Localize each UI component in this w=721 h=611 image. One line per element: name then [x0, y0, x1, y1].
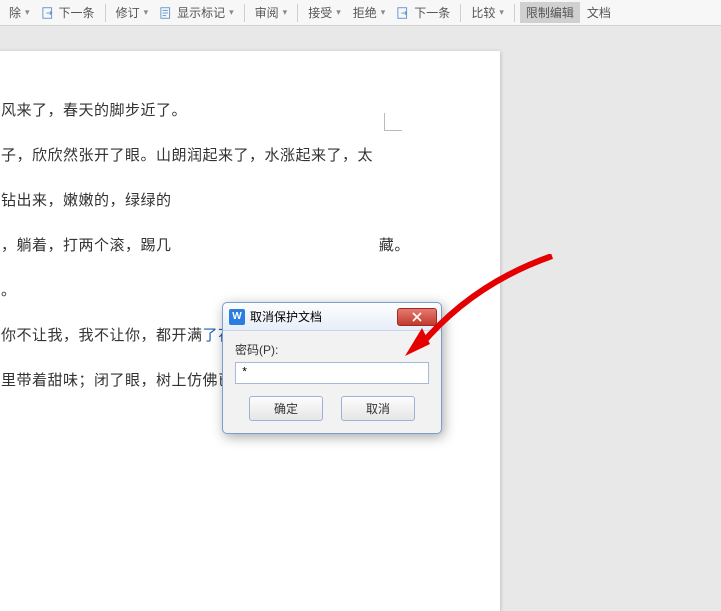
restrict-label: 限制编辑 — [526, 4, 574, 21]
next1-label: 下一条 — [59, 4, 95, 21]
ok-button[interactable]: 确定 — [249, 396, 323, 421]
show-markup-button[interactable]: 显示标记▾ — [155, 3, 239, 22]
doc-paragraph: 坐着，躺着，打两个滚，踢几 藏。 — [0, 226, 460, 265]
revise-label: 修订 — [116, 4, 140, 21]
review-button[interactable]: 审阅▾ — [250, 3, 293, 22]
app-icon: W — [229, 309, 245, 325]
accept-label: 接受 — [308, 4, 332, 21]
delete-label: 除 — [9, 4, 21, 21]
doc-paragraph: 的样子，欣欣然张开了眼。山朗润起来了，水涨起来了，太 — [0, 136, 460, 175]
compare-label: 比较 — [471, 4, 495, 21]
dialog-body: 密码(P): 确定 取消 — [223, 331, 441, 433]
dialog-title-text: 取消保护文档 — [250, 308, 322, 325]
next-button-2[interactable]: 下一条 — [392, 3, 455, 22]
next-icon — [42, 6, 56, 20]
margin-corner-mark — [384, 113, 402, 131]
accept-button[interactable]: 接受▾ — [303, 3, 346, 22]
compare-button[interactable]: 比较▾ — [466, 3, 509, 22]
close-icon — [411, 312, 423, 322]
doc-label: 文档 — [587, 4, 611, 21]
ribbon-toolbar: 除▾ 下一条 修订▾ 显示标记▾ 审阅▾ 接受▾ 拒绝▾ 下一条 比较▾ 限制编… — [0, 0, 721, 26]
next-button-1[interactable]: 下一条 — [37, 3, 100, 22]
separator — [460, 4, 461, 22]
dialog-titlebar[interactable]: W 取消保护文档 — [223, 303, 441, 331]
restrict-editing-button[interactable]: 限制编辑 — [520, 2, 580, 23]
reject-button[interactable]: 拒绝▾ — [348, 3, 391, 22]
markup-icon — [160, 6, 174, 20]
close-button[interactable] — [397, 308, 437, 326]
document-area: ，东风来了，春天的脚步近了。 的样子，欣欣然张开了眼。山朗润起来了，水涨起来了，… — [0, 26, 721, 500]
show-markup-label: 显示标记 — [177, 4, 225, 21]
next2-label: 下一条 — [414, 4, 450, 21]
next-icon — [397, 6, 411, 20]
reject-label: 拒绝 — [353, 4, 377, 21]
delete-button[interactable]: 除▾ — [4, 3, 35, 22]
doc-paragraph: 地里钻出来，嫩嫩的，绿绿的 — [0, 181, 460, 220]
password-input[interactable] — [235, 362, 429, 384]
unprotect-document-dialog: W 取消保护文档 密码(P): 确定 取消 — [222, 302, 442, 434]
revise-button[interactable]: 修订▾ — [111, 3, 154, 22]
password-label: 密码(P): — [235, 341, 429, 358]
cancel-button[interactable]: 取消 — [341, 396, 415, 421]
separator — [105, 4, 106, 22]
review-label: 审阅 — [255, 4, 279, 21]
document-button[interactable]: 文档 — [582, 3, 616, 22]
separator — [297, 4, 298, 22]
separator — [514, 4, 515, 22]
separator — [244, 4, 245, 22]
